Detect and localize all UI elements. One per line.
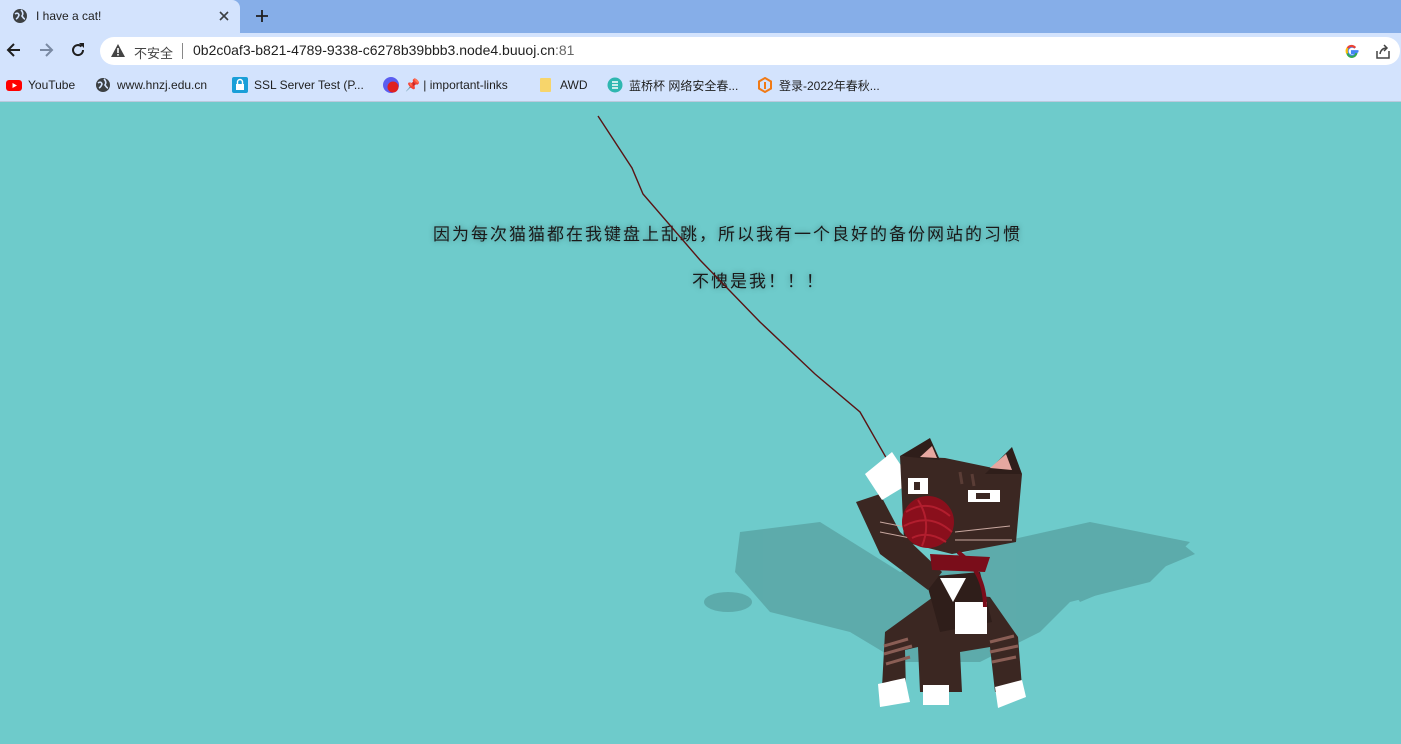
bookmarks-bar: YouTube www.hnzj.edu.cn SSL Server Test … — [0, 68, 1401, 102]
url-host: 0b2c0af3-b821-4789-9338-c6278b39bbb3.nod… — [193, 42, 555, 58]
bookmark-ssl-test[interactable]: SSL Server Test (P... — [232, 76, 364, 94]
yarn-string — [597, 115, 919, 521]
globe-icon — [96, 78, 110, 92]
bookmark-youtube[interactable]: YouTube — [6, 76, 75, 94]
browser-tab[interactable]: I have a cat! — [0, 0, 240, 33]
warning-icon[interactable] — [110, 43, 126, 59]
bookmark-awd[interactable]: AWD — [538, 76, 588, 94]
share-icon[interactable] — [1374, 43, 1392, 61]
bookmark-label: www.hnzj.edu.cn — [117, 78, 208, 92]
bookmark-important-links[interactable]: 📌 | important-links — [383, 76, 508, 94]
globe-icon — [13, 9, 27, 23]
bookmark-label: SSL Server Test (P... — [254, 78, 364, 92]
tab-title: I have a cat! — [36, 9, 102, 23]
security-label[interactable]: 不安全 — [134, 43, 173, 62]
url-port: :81 — [554, 42, 575, 58]
ichunqiu-icon — [758, 77, 772, 93]
page-content: 因为每次猫猫都在我键盘上乱跳，所以我有一个良好的备份网站的习惯 不愧是我！！！ — [0, 102, 1401, 744]
folder-icon — [540, 78, 551, 92]
google-icon[interactable] — [1344, 43, 1360, 59]
back-arrow-icon[interactable] — [4, 40, 24, 60]
bookmark-ichunqiu[interactable]: 登录-2022年春秋... — [757, 76, 880, 94]
browser-toolbar: 不安全 0b2c0af3-b821-4789-9338-c6278b39bbb3… — [0, 33, 1401, 68]
address-bar[interactable]: 不安全 0b2c0af3-b821-4789-9338-c6278b39bbb3… — [100, 37, 1400, 65]
bookmark-label: YouTube — [28, 78, 76, 92]
forward-arrow-icon[interactable] — [36, 40, 56, 60]
close-tab-icon[interactable] — [214, 6, 234, 26]
bookmark-label: 📌 | important-links — [405, 78, 508, 92]
divider — [182, 43, 183, 59]
bookmark-label: 登录-2022年春秋... — [779, 78, 880, 93]
url-text[interactable]: 0b2c0af3-b821-4789-9338-c6278b39bbb3.nod… — [193, 42, 574, 58]
badge-20-icon — [383, 77, 399, 93]
tab-strip: I have a cat! — [0, 0, 1401, 33]
bookmark-label: AWD — [560, 78, 588, 92]
lock-icon — [232, 77, 248, 93]
bookmark-lanqiao[interactable]: 蓝桥杯 网络安全春... — [607, 76, 738, 94]
new-tab-icon[interactable] — [252, 6, 272, 26]
reload-icon[interactable] — [68, 40, 88, 60]
bookmark-label: 蓝桥杯 网络安全春... — [629, 78, 739, 93]
youtube-icon — [6, 80, 22, 91]
bookmark-hnzj[interactable]: www.hnzj.edu.cn — [95, 76, 207, 94]
lanqiao-icon — [607, 77, 623, 93]
cat-scene — [597, 115, 1195, 708]
